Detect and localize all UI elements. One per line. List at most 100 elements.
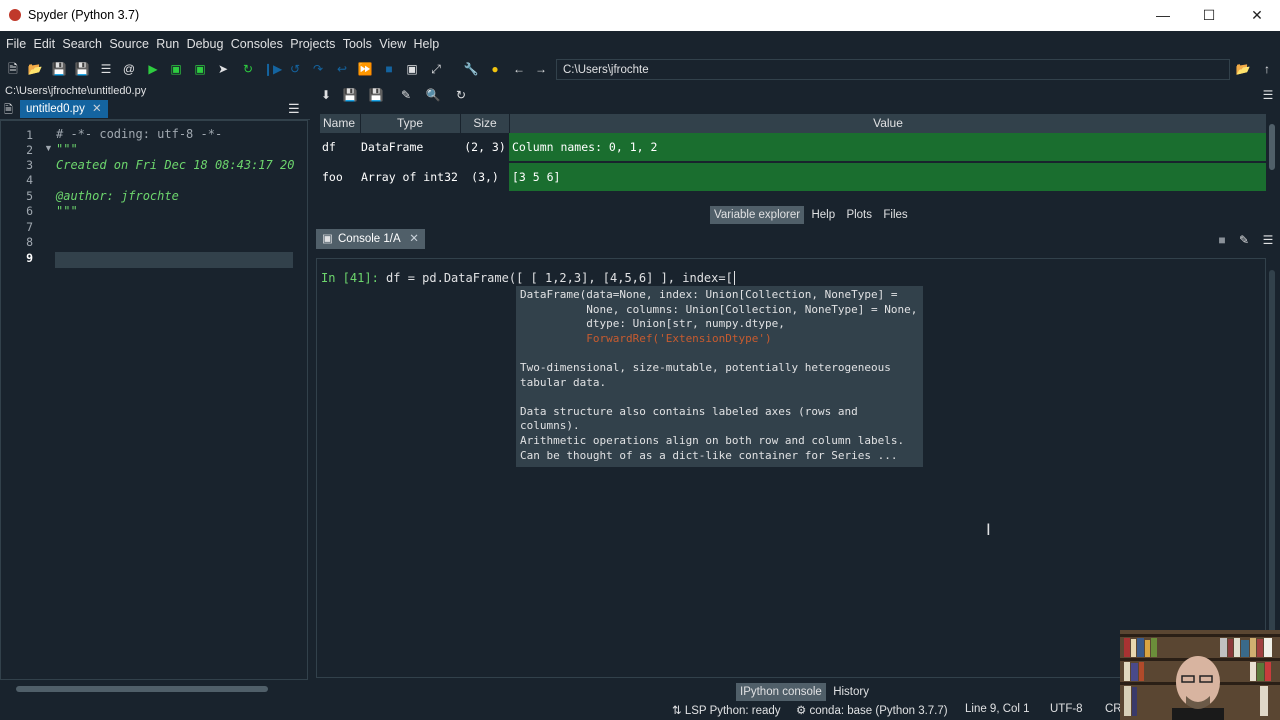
- step-into-icon[interactable]: ↷: [310, 61, 326, 77]
- close-tab-icon[interactable]: ✕: [92, 103, 102, 115]
- tab-variable-explorer[interactable]: Variable explorer: [710, 206, 805, 224]
- menu-edit[interactable]: Edit: [32, 31, 58, 57]
- step-return-icon[interactable]: ↩: [334, 61, 350, 77]
- new-file-icon[interactable]: 🗎: [5, 61, 21, 77]
- editor-horizontal-scrollbar[interactable]: [16, 686, 268, 692]
- calltip-signature-name: DataFrame: [520, 288, 580, 301]
- title-bar: Spyder (Python 3.7) — ☐ ✕: [0, 0, 1280, 31]
- stop-debug-icon[interactable]: ■: [381, 61, 397, 77]
- editor-tabbar: 🗎 untitled0.py ✕ ☰: [0, 99, 310, 120]
- close-button[interactable]: ✕: [1234, 0, 1280, 31]
- variable-value: [3 5 6]: [512, 170, 561, 184]
- outline-icon[interactable]: ☰: [98, 61, 114, 77]
- menu-file[interactable]: File: [4, 31, 28, 57]
- variable-type: DataFrame: [360, 133, 461, 161]
- console-input-line[interactable]: In [41]: df = pd.DataFrame([ [ 1,2,3], […: [321, 271, 735, 285]
- menu-source[interactable]: Source: [107, 31, 151, 57]
- line-number: 2: [26, 143, 33, 157]
- editor-file-path: C:\Users\jfrochte\untitled0.py: [5, 85, 147, 97]
- variable-size: (3,): [461, 163, 509, 191]
- conda-status: ⚙ conda: base (Python 3.7.7): [796, 703, 948, 717]
- run-cell-advance-icon[interactable]: ▣: [192, 61, 208, 77]
- back-arrow-icon[interactable]: ←: [511, 61, 527, 77]
- calltip-signature-line: dtype: Union[str, numpy.dtype,: [520, 317, 785, 331]
- close-console-icon[interactable]: ✕: [409, 233, 419, 245]
- python-path-icon[interactable]: ●: [487, 61, 503, 77]
- variable-row[interactable]: df DataFrame (2, 3) Column names: 0, 1, …: [320, 133, 1266, 161]
- run-cell-icon[interactable]: ▣: [168, 61, 184, 77]
- code-editor[interactable]: 1 2 3 4 5 6 7 8 9 ▼ # -*- coding: utf-8 …: [0, 120, 308, 680]
- column-header-type[interactable]: Type: [360, 114, 461, 133]
- menu-projects[interactable]: Projects: [288, 31, 337, 57]
- variable-explorer-options-icon[interactable]: ☰: [1260, 87, 1276, 103]
- parent-directory-icon[interactable]: ↑: [1259, 61, 1275, 77]
- clear-console-icon[interactable]: ✎: [1236, 232, 1252, 248]
- refresh-icon[interactable]: ↻: [453, 87, 469, 103]
- editor-tab-label: untitled0.py: [26, 103, 85, 115]
- calltip-signature-line: None, columns: Union[Collection, NoneTyp…: [520, 302, 918, 316]
- tab-files[interactable]: Files: [879, 206, 911, 224]
- maximize-button[interactable]: ☐: [1186, 0, 1232, 31]
- file-encoding: UTF-8: [1050, 703, 1083, 715]
- console-tabbar: ▣ Console 1/A ✕ ■ ✎ ☰: [310, 228, 1280, 250]
- tab-history[interactable]: History: [829, 683, 873, 701]
- save-all-icon[interactable]: 💾: [74, 61, 90, 77]
- line-number: 7: [26, 220, 33, 234]
- forward-arrow-icon[interactable]: →: [533, 61, 549, 77]
- fold-arrow-icon[interactable]: ▼: [44, 143, 53, 153]
- tab-ipython-console[interactable]: IPython console: [736, 683, 826, 701]
- line-number: 3: [26, 158, 33, 172]
- menu-tools[interactable]: Tools: [341, 31, 374, 57]
- remove-all-variables-icon[interactable]: ✎: [398, 87, 414, 103]
- menu-consoles[interactable]: Consoles: [229, 31, 285, 57]
- menu-view[interactable]: View: [377, 31, 408, 57]
- menu-help[interactable]: Help: [411, 31, 441, 57]
- console-options-icon[interactable]: ☰: [1260, 232, 1276, 248]
- run-icon[interactable]: ▶: [145, 61, 161, 77]
- variable-explorer-scrollbar[interactable]: [1269, 124, 1275, 170]
- webcam-image: [1120, 630, 1280, 720]
- save-data-icon[interactable]: 💾: [342, 87, 358, 103]
- debug-icon[interactable]: ❙▶: [263, 61, 282, 77]
- console-tab[interactable]: ▣ Console 1/A ✕: [316, 229, 425, 249]
- continue-icon[interactable]: ⏩: [357, 61, 373, 77]
- interrupt-kernel-icon[interactable]: ■: [1214, 232, 1230, 248]
- browse-folder-icon[interactable]: 📂: [1235, 61, 1251, 77]
- column-header-size[interactable]: Size: [461, 114, 510, 133]
- fullscreen-icon[interactable]: ⤢: [428, 61, 444, 77]
- column-header-name[interactable]: Name: [320, 114, 361, 133]
- rerun-icon[interactable]: ↻: [240, 61, 256, 77]
- conda-status-text: conda: base (Python 3.7.7): [809, 705, 948, 717]
- variable-row[interactable]: foo Array of int32 (3,) [3 5 6]: [320, 163, 1266, 191]
- console-scrollbar[interactable]: [1269, 270, 1275, 670]
- save-icon[interactable]: 💾: [51, 61, 67, 77]
- save-data-as-icon[interactable]: 💾: [368, 87, 384, 103]
- preferences-icon[interactable]: 🔧: [463, 61, 479, 77]
- tab-plots[interactable]: Plots: [842, 206, 876, 224]
- code-line: @author: jfrochte: [56, 189, 179, 203]
- calltip-doc-line: Data structure also contains labeled axe…: [520, 404, 858, 418]
- working-directory-input[interactable]: C:\Users\jfrochte: [556, 59, 1230, 80]
- variable-value: Column names: 0, 1, 2: [512, 140, 658, 154]
- minimize-button[interactable]: —: [1140, 0, 1186, 31]
- browse-tabs-icon[interactable]: 🗎: [4, 101, 16, 116]
- mouse-cursor-icon: I: [986, 520, 991, 539]
- calltip-doc-line: tabular data.: [520, 375, 607, 389]
- import-data-icon[interactable]: ⬇: [318, 87, 334, 103]
- calltip-signature-line: ForwardRef('ExtensionDtype'): [520, 331, 772, 345]
- editor-options-menu-icon[interactable]: ☰: [288, 101, 300, 117]
- code-line: Created on Fri Dec 18 08:43:17 20: [56, 158, 295, 172]
- run-selection-icon[interactable]: ➤: [215, 61, 231, 77]
- tab-help[interactable]: Help: [807, 206, 839, 224]
- menu-search[interactable]: Search: [60, 31, 104, 57]
- menu-run[interactable]: Run: [154, 31, 181, 57]
- menu-debug[interactable]: Debug: [185, 31, 226, 57]
- window-title: Spyder (Python 3.7): [28, 8, 140, 22]
- editor-tab[interactable]: untitled0.py ✕: [20, 100, 108, 118]
- column-header-value[interactable]: Value: [510, 114, 1266, 133]
- step-icon[interactable]: ↺: [287, 61, 303, 77]
- maximize-pane-icon[interactable]: ▣: [404, 61, 420, 77]
- open-file-icon[interactable]: 📂: [27, 61, 43, 77]
- at-icon[interactable]: @: [121, 61, 137, 77]
- search-icon[interactable]: 🔍: [425, 87, 441, 103]
